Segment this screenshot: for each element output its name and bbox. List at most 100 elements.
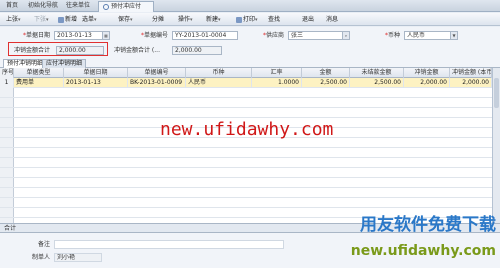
find-label: 查找	[268, 16, 281, 23]
empty-row[interactable]	[0, 148, 492, 158]
col-header-unsettled[interactable]: 未结款金额	[350, 68, 404, 78]
new-icon	[58, 16, 64, 23]
cell-offset[interactable]: 2,000.00	[404, 78, 450, 88]
prev-button[interactable]: 上张▾	[6, 15, 21, 24]
watermark-url-footer: new.ufidawhy.com	[350, 243, 496, 259]
detail-grid: 序号 单据类型 单据日期 单据编号 币种 汇率 金额 未结款金额 冲销金额 冲销…	[0, 68, 492, 223]
watermark-url: new.ufidawhy.com	[160, 119, 334, 140]
empty-row[interactable]	[0, 158, 492, 168]
header-form: *单据日期 2013-01-13 ▦ *单据编号 YY-2013-01-0004 …	[0, 27, 500, 58]
tab-prepay-offset[interactable]: 预付冲应付	[98, 1, 154, 12]
calendar-icon[interactable]: ▦	[102, 32, 109, 39]
empty-row[interactable]	[0, 188, 492, 198]
print-label: 打印	[243, 16, 256, 23]
empty-row[interactable]	[0, 178, 492, 188]
col-header-seq[interactable]: 序号	[0, 68, 14, 78]
create-button[interactable]: 新建▾	[206, 15, 221, 24]
cell-doc-no[interactable]: BK-2013-01-0009	[128, 78, 186, 88]
chevron-down-icon: ▾	[190, 17, 193, 23]
tab-prepay-offset-detail[interactable]: 预付冲销明细	[3, 59, 48, 68]
date-field[interactable]: 2013-01-13 ▦	[54, 31, 110, 40]
supplier-label: *供应商	[262, 32, 284, 39]
tab-prepay-offset-label: 预付冲应付	[111, 3, 142, 10]
remark-label: 备注	[37, 241, 50, 248]
maker-label: 制单人	[31, 254, 50, 261]
col-header-currency[interactable]: 币种	[186, 68, 252, 78]
empty-row[interactable]	[0, 88, 492, 98]
select-doc-label: 选单	[82, 16, 95, 23]
tab-home-label: 首页	[6, 2, 19, 9]
chevron-down-icon: ▾	[94, 17, 97, 23]
toolbar: 上张▾ 下张▾ 新增 选单▾ 保存▾ 分摊 操作▾ 新建▾ 打印▾ 查找 退出 …	[0, 13, 500, 26]
allocate-button[interactable]: 分摊	[152, 15, 164, 24]
supplier-field[interactable]: 张三 ⌕	[288, 31, 350, 40]
vertical-scrollbar[interactable]	[492, 68, 500, 223]
col-header-amount[interactable]: 金额	[302, 68, 350, 78]
allocate-label: 分摊	[152, 16, 165, 23]
tab-init-nav-label: 初始化导航	[28, 2, 59, 9]
cell-seq: 1	[0, 78, 14, 88]
prev-label: 上张	[6, 16, 19, 23]
select-doc-button[interactable]: 选单▾	[82, 15, 97, 24]
cell-currency[interactable]: 人民币	[186, 78, 252, 88]
create-label: 新建	[206, 16, 219, 23]
empty-row[interactable]	[0, 198, 492, 208]
doc-no-label: *单据编号	[140, 32, 168, 39]
empty-row[interactable]	[0, 168, 492, 178]
tab-partners[interactable]: 往来单位	[62, 1, 98, 12]
cell-offset-local[interactable]: 2,000.00	[450, 78, 492, 88]
operate-button[interactable]: 操作▾	[178, 15, 193, 24]
cell-amount[interactable]: 2,500.00	[302, 78, 350, 88]
chevron-down-icon: ▾	[255, 17, 258, 23]
maker-field: 刘小艳	[54, 253, 102, 262]
doc-no-field[interactable]: YY-2013-01-0004	[172, 31, 238, 40]
col-header-offset[interactable]: 冲销金额	[404, 68, 450, 78]
cell-rate[interactable]: 1.0000	[252, 78, 302, 88]
col-header-doc-type[interactable]: 单据类型	[14, 68, 64, 78]
offset-total-local-field[interactable]: 2,000.00	[172, 46, 222, 55]
col-header-doc-no[interactable]: 单据编号	[128, 68, 186, 78]
next-button[interactable]: 下张▾	[34, 15, 49, 24]
table-row[interactable]: 1 费用单 2013-01-13 BK-2013-01-0009 人民币 1.0…	[0, 78, 492, 88]
cell-unsettled[interactable]: 2,500.00	[350, 78, 404, 88]
scroll-thumb[interactable]	[494, 78, 499, 108]
print-button[interactable]: 打印▾	[236, 15, 258, 24]
tab-partners-label: 往来单位	[66, 2, 91, 9]
empty-row[interactable]	[0, 98, 492, 108]
printer-icon	[236, 16, 242, 23]
chevron-down-icon[interactable]: ▼	[450, 32, 457, 39]
col-header-offset-local[interactable]: 冲销金额 (本币)	[450, 68, 492, 78]
search-icon[interactable]: ⌕	[342, 32, 349, 39]
save-label: 保存	[118, 16, 131, 23]
totals-label: 合计	[4, 225, 17, 232]
message-label: 消息	[326, 16, 339, 23]
tab-payable-offset-detail[interactable]: 应付冲销明细	[42, 59, 87, 68]
remark-field[interactable]	[54, 240, 284, 249]
document-icon	[103, 3, 109, 10]
exit-button[interactable]: 退出	[302, 15, 314, 24]
currency-field[interactable]: 人民币 ▼	[404, 31, 458, 40]
currency-label: *币种	[384, 32, 400, 39]
operate-label: 操作	[178, 16, 191, 23]
chevron-down-icon: ▾	[218, 17, 221, 23]
chevron-down-icon: ▾	[18, 17, 21, 23]
watermark-brand: 用友软件免费下载	[360, 215, 496, 235]
date-label: *单据日期	[22, 32, 50, 39]
save-button[interactable]: 保存▾	[118, 15, 133, 24]
tab-init-nav[interactable]: 初始化导航	[24, 1, 62, 12]
chevron-down-icon: ▾	[46, 17, 49, 23]
detail-tabs: 预付冲销明细 应付冲销明细	[0, 58, 500, 68]
cell-doc-type[interactable]: 费用单	[14, 78, 64, 88]
cell-doc-date[interactable]: 2013-01-13	[64, 78, 128, 88]
tab-bar: 首页 初始化导航 往来单位 预付冲应付	[0, 0, 500, 12]
col-header-doc-date[interactable]: 单据日期	[64, 68, 128, 78]
offset-total-local-label: 冲销金额合计 (...	[114, 47, 160, 54]
empty-row[interactable]	[0, 108, 492, 118]
message-button[interactable]: 消息	[326, 15, 338, 24]
new-button[interactable]: 新增	[58, 15, 77, 24]
col-header-rate[interactable]: 汇率	[252, 68, 302, 78]
tab-home[interactable]: 首页	[2, 1, 24, 12]
find-button[interactable]: 查找	[268, 15, 280, 24]
next-label: 下张	[34, 16, 47, 23]
exit-label: 退出	[302, 16, 315, 23]
